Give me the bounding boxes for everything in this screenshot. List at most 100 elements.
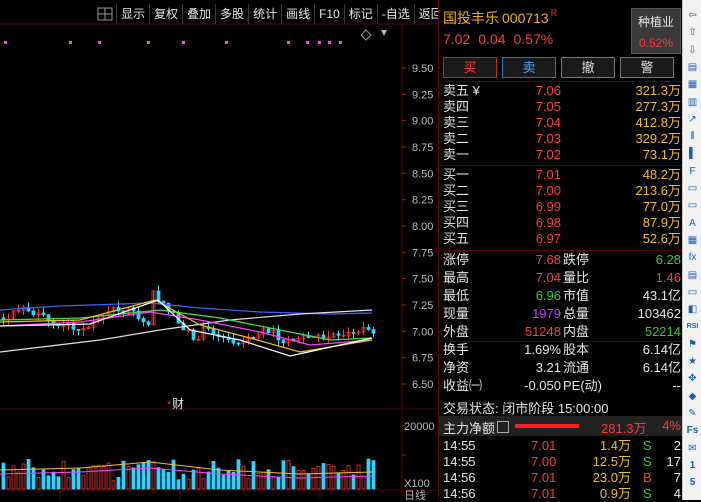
doc2-icon[interactable]: ▭ [685, 198, 700, 213]
price-change: 0.04 [478, 31, 505, 47]
toolbar-button[interactable]: 显示 [116, 4, 149, 24]
flag-icon[interactable]: ⚑ [685, 337, 700, 352]
star-icon[interactable]: ★ [685, 354, 700, 369]
volume-bar [37, 478, 40, 489]
candle-body [212, 329, 215, 335]
candle-body [267, 329, 270, 333]
sell-button[interactable]: 卖 [502, 57, 556, 78]
toolbar-button[interactable]: 统计 [248, 4, 281, 24]
bars-icon[interactable]: ▥ [685, 95, 700, 110]
buy-button[interactable]: 买 [443, 57, 497, 78]
toolbar-button[interactable]: -自选 [377, 4, 414, 24]
volume-bar [367, 459, 370, 489]
line-chart-icon[interactable]: ↗ [685, 112, 700, 127]
kline-icon[interactable]: ⫴ [685, 129, 700, 144]
order-book-row[interactable]: 买二 7.00 213.6万 [439, 183, 683, 199]
alert-button[interactable]: 警 [620, 57, 674, 78]
period-label: 日线 [404, 488, 426, 500]
toolbar-button[interactable]: 画线 [281, 4, 314, 24]
level-price: 7.00 [521, 183, 561, 199]
volume-bar [52, 472, 55, 489]
num5-icon[interactable]: 5 [685, 475, 700, 490]
stat-label: 最高 [443, 269, 469, 287]
order-book-row[interactable]: 买五 6.97 52.6万 [439, 231, 683, 247]
stat-value: -- [672, 377, 681, 395]
order-book-row[interactable]: 卖四 7.05 277.3万 [439, 99, 683, 115]
level-label: 卖三 [439, 115, 485, 131]
stat-value: 52214 [645, 323, 681, 341]
move-icon[interactable]: ✥ [685, 371, 700, 386]
finance-marker: 财 [172, 397, 184, 411]
fx-icon[interactable]: fx [685, 250, 700, 265]
candle-icon[interactable]: ▌ [685, 146, 700, 161]
stat-value: 6.28 [656, 251, 681, 269]
volume-bar [17, 472, 20, 489]
arrow-left-icon[interactable]: ⇦ [685, 8, 700, 23]
stat-value: -0.050 [499, 377, 561, 395]
tick-list[interactable]: 14:55 7.01 1.4万 S 2 14:55 7.00 12.5万 S 17 14:56 7.0… [439, 438, 683, 502]
stat-value: 43.1亿 [643, 287, 681, 305]
toolbar-button[interactable]: 标记 [344, 4, 377, 24]
order-book-row[interactable]: 卖三 7.04 412.8万 [439, 115, 683, 131]
grid-toggle-icon[interactable] [96, 5, 114, 23]
candle-body [47, 315, 50, 321]
volume-axis-label: 20000 [404, 421, 435, 433]
chart2-icon[interactable]: ◧ [685, 302, 700, 317]
diamond-icon[interactable]: ◆ [685, 389, 700, 404]
signal-dot [182, 41, 185, 44]
calendar-icon[interactable]: ▦ [685, 233, 700, 248]
doc3-icon[interactable]: ▭ [685, 285, 700, 300]
flow-detail-icon[interactable] [497, 421, 509, 433]
order-book-row[interactable]: 买三 6.99 77.0万 [439, 199, 683, 215]
trade-status: 交易状态: 闭市阶段 15:00:00 [443, 398, 608, 417]
industry-badge[interactable]: 种植业 0.52% [631, 8, 681, 54]
order-book-row[interactable]: 买四 6.98 87.9万 [439, 215, 683, 231]
candle-body [277, 330, 280, 339]
stat-label: 涨停 [443, 251, 469, 269]
stat-row: 涨停 7.68 跌停 6.28 [439, 251, 683, 269]
toolbar-button[interactable]: 复权 [149, 4, 182, 24]
doc-icon[interactable]: ▭ [685, 181, 700, 196]
rsi-icon[interactable]: RSI [685, 319, 700, 334]
text-icon[interactable]: A [685, 216, 700, 231]
level-volume: 213.6万 [635, 183, 681, 199]
order-book-row[interactable]: 卖二 7.03 329.2万 [439, 131, 683, 147]
volume-bar [247, 479, 250, 489]
toolbar-button[interactable]: F10 [314, 4, 344, 24]
arrow-up-icon[interactable]: ⇧ [685, 25, 700, 40]
volume-bar [222, 475, 225, 489]
toolbar-button[interactable]: 叠加 [182, 4, 215, 24]
pencil-icon[interactable]: ✎ [685, 406, 700, 421]
order-book-row[interactable]: 卖五 ¥ 7.06 321.3万 [439, 83, 683, 99]
main-capital-flow[interactable]: 主力净额 281.3万 4% [439, 416, 683, 436]
f10-icon[interactable]: F [685, 164, 700, 179]
order-book-row[interactable]: 卖一 7.02 73.1万 [439, 147, 683, 163]
toolbar-button[interactable]: 多股 [215, 4, 248, 24]
fs-icon[interactable]: Fs [685, 423, 700, 438]
tick-count: 2 [674, 438, 681, 454]
arrow-down-icon[interactable]: ⇩ [685, 43, 700, 58]
kline-chart-area[interactable]: 9.50 9.25 9.00 8.75 8.50 8.25 8.00 7.75 7.50 7.25… [0, 0, 438, 500]
list-icon[interactable]: ▤ [685, 60, 700, 75]
stat-value: 7.04 [499, 269, 561, 287]
grid-icon[interactable]: ▦ [685, 77, 700, 92]
signal-dot [4, 41, 7, 44]
price-axis-label: 9.50 [412, 63, 433, 75]
flow-pct: 4% [662, 418, 681, 433]
volume-bar [2, 463, 5, 489]
stock-name[interactable]: 国投丰乐 [443, 10, 499, 26]
volume-bar [302, 470, 305, 489]
signal-dot [287, 41, 290, 44]
level-volume: 412.8万 [635, 115, 681, 131]
level-price: 7.03 [521, 131, 561, 147]
cancel-order-button[interactable]: 撤 [561, 57, 615, 78]
order-book-row[interactable]: 买一 7.01 48.2万 [439, 167, 683, 183]
volume-bar [312, 468, 315, 489]
level-volume: 48.2万 [643, 167, 681, 183]
num1-icon[interactable]: 1 [685, 458, 700, 473]
price-axis-label: 8.00 [412, 221, 433, 233]
sell-order-book: 卖五 ¥ 7.06 321.3万 卖四 7.05 277.3万 卖三 7.04 412.8万 卖二… [439, 83, 683, 163]
table-icon[interactable]: ▤ [685, 268, 700, 283]
chat-icon[interactable]: ✉ [685, 441, 700, 456]
kline-chart[interactable]: 9.50 9.25 9.00 8.75 8.50 8.25 8.00 7.75 7.50 7.25… [0, 0, 438, 500]
